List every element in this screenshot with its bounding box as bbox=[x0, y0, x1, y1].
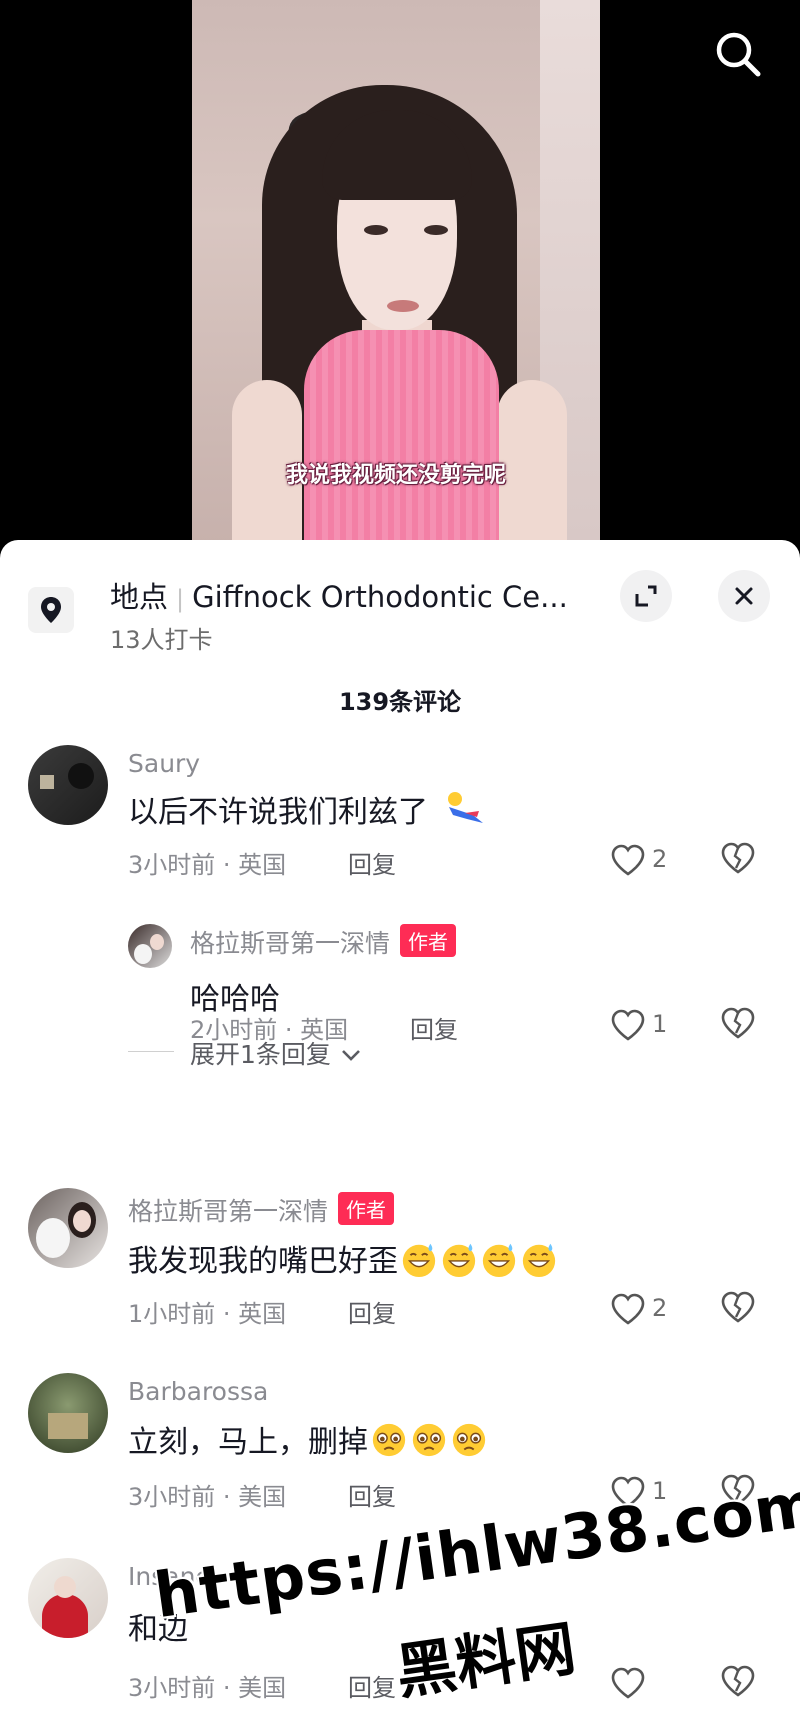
comment-username[interactable]: 格拉斯哥第一深情 作者 bbox=[190, 924, 457, 960]
avatar[interactable] bbox=[128, 924, 172, 968]
video-subtitle: 我说我视频还没剪完呢 bbox=[285, 463, 506, 488]
emoji-sweat-smile-icon bbox=[442, 1243, 476, 1278]
emoji-pleading-icon bbox=[372, 1423, 406, 1457]
author-badge: 作者 bbox=[400, 924, 457, 957]
like-button[interactable] bbox=[610, 1664, 690, 1704]
like-button[interactable]: 2 bbox=[610, 1290, 690, 1330]
avatar[interactable] bbox=[28, 745, 108, 825]
comment-text: 立刻，马上，删掉 bbox=[128, 1417, 488, 1461]
comment-item: Saury 以后不许说我们利兹了 3小时前 · 英国 回复 2 bbox=[0, 745, 800, 885]
avatar[interactable] bbox=[28, 1373, 108, 1453]
reply-button[interactable]: 回复 bbox=[348, 1477, 396, 1512]
emoji-sweat-smile-icon bbox=[482, 1243, 516, 1278]
comment-text: 以后不许说我们利兹了 bbox=[128, 787, 486, 831]
reply-button[interactable]: 回复 bbox=[348, 1668, 396, 1703]
broken-heart-icon bbox=[721, 1007, 755, 1039]
chevron-down-icon bbox=[341, 1050, 360, 1061]
comment-time-region: 3小时前 · 美国 bbox=[128, 1674, 287, 1702]
person-sweater bbox=[304, 330, 499, 545]
comment-time-region: 1小时前 · 英国 bbox=[128, 1300, 287, 1328]
comment-count: 139条评论 bbox=[338, 688, 462, 716]
emoji-pleading-icon bbox=[452, 1423, 486, 1457]
video-player[interactable]: 我说我视频还没剪完呢 bbox=[0, 0, 800, 545]
dislike-button[interactable] bbox=[720, 1664, 758, 1704]
expand-replies-button[interactable]: 展开1条回复 bbox=[128, 1033, 528, 1073]
comment-text: 我发现我的嘴巴好歪 bbox=[128, 1236, 558, 1280]
emoji-dancing-icon bbox=[447, 792, 483, 823]
broken-heart-icon bbox=[721, 1665, 755, 1697]
heart-icon bbox=[611, 1667, 645, 1699]
close-icon bbox=[735, 587, 753, 605]
broken-heart-icon bbox=[721, 842, 755, 874]
emoji-sweat-smile-icon bbox=[522, 1243, 556, 1278]
expand-replies-label: 展开1条回复 bbox=[190, 1040, 331, 1069]
broken-heart-icon bbox=[721, 1291, 755, 1323]
like-button[interactable]: 2 bbox=[610, 841, 690, 881]
video-frame[interactable]: 我说我视频还没剪完呢 bbox=[192, 0, 600, 545]
location-name: Giffnock Orthodontic Ce... bbox=[192, 580, 568, 614]
avatar[interactable] bbox=[28, 1188, 108, 1268]
like-count: 1 bbox=[652, 1010, 668, 1038]
comment-time-region: 3小时前 · 美国 bbox=[128, 1483, 287, 1511]
author-badge: 作者 bbox=[338, 1192, 395, 1225]
comment-time-region: 3小时前 · 英国 bbox=[128, 851, 287, 879]
like-count: 2 bbox=[652, 1294, 668, 1322]
location-label: 地点 bbox=[110, 580, 169, 614]
heart-icon bbox=[611, 1009, 645, 1041]
reply-button[interactable]: 回复 bbox=[348, 1294, 396, 1329]
dislike-button[interactable] bbox=[720, 1006, 758, 1046]
comment-item: 格拉斯哥第一深情 作者 我发现我的嘴巴好歪 1小时前 · 英国 回复 2 bbox=[0, 1188, 800, 1328]
heart-icon bbox=[611, 844, 645, 876]
close-button[interactable] bbox=[718, 570, 770, 622]
heart-icon bbox=[611, 1293, 645, 1325]
expand-icon bbox=[635, 585, 657, 607]
location-pin-button[interactable] bbox=[28, 587, 74, 633]
expand-button[interactable] bbox=[620, 570, 672, 622]
emoji-sweat-smile-icon bbox=[402, 1243, 436, 1278]
location-pin-icon bbox=[41, 597, 61, 623]
location-checkins: 13人打卡 bbox=[110, 626, 213, 654]
avatar[interactable] bbox=[28, 1558, 108, 1638]
comment-username[interactable]: Barbarossa bbox=[128, 1377, 268, 1406]
search-icon bbox=[716, 32, 761, 77]
like-count: 2 bbox=[652, 845, 668, 873]
search-button[interactable] bbox=[712, 28, 764, 80]
location-title[interactable]: 地点 | Giffnock Orthodontic Ce... bbox=[110, 574, 590, 616]
reply-button[interactable]: 回复 bbox=[348, 845, 396, 880]
like-button[interactable]: 1 bbox=[610, 1006, 690, 1046]
emoji-pleading-icon bbox=[412, 1423, 446, 1457]
dislike-button[interactable] bbox=[720, 841, 758, 881]
comment-username[interactable]: 格拉斯哥第一深情 作者 bbox=[128, 1192, 395, 1228]
dislike-button[interactable] bbox=[720, 1290, 758, 1330]
comment-username[interactable]: Saury bbox=[128, 749, 200, 778]
